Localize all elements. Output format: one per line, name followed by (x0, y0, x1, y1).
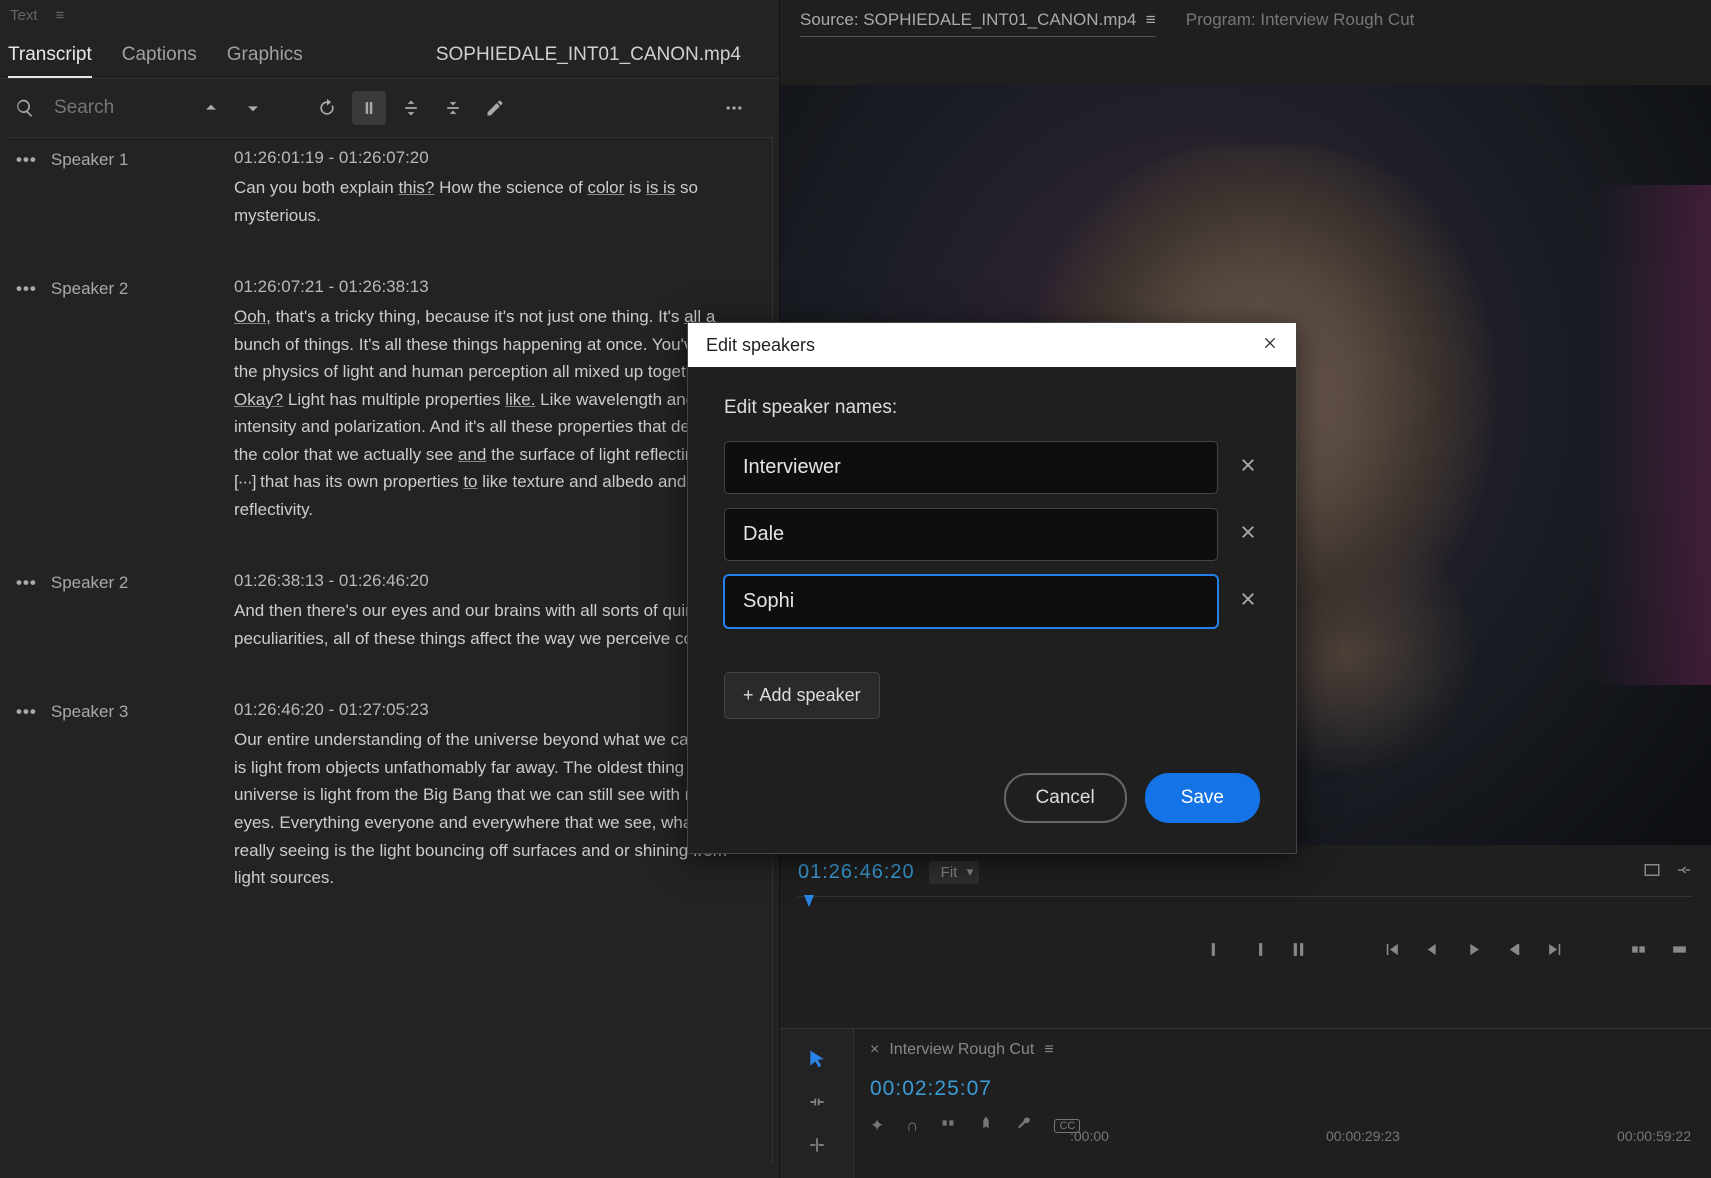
segment-text[interactable]: Our entire understanding of the universe… (234, 726, 756, 891)
step-fwd-icon[interactable] (1505, 940, 1524, 964)
play-icon[interactable] (1464, 940, 1483, 964)
monitor-ruler[interactable] (798, 896, 1693, 926)
text-panel-tab[interactable]: Text (10, 7, 38, 24)
segment-menu-icon[interactable]: ••• (16, 150, 37, 170)
selection-tool-icon[interactable] (807, 1049, 827, 1074)
razor-tool-icon[interactable] (807, 1135, 827, 1160)
segment-menu-icon[interactable]: ••• (16, 573, 37, 593)
add-speaker-button[interactable]: + Add speaker (724, 672, 880, 719)
go-to-in-icon[interactable] (1382, 940, 1401, 964)
edit-speakers-dialog: Edit speakers Edit speaker names: + (687, 322, 1297, 854)
output-settings-icon[interactable] (1675, 861, 1693, 884)
insert-icon[interactable] (1629, 940, 1648, 964)
close-sequence-icon[interactable]: × (870, 1041, 879, 1059)
more-options-icon[interactable] (717, 91, 751, 125)
go-to-out-icon[interactable] (1546, 940, 1565, 964)
save-button[interactable]: Save (1145, 773, 1260, 823)
segment-timecode: 01:26:38:13 - 01:26:46:20 (234, 571, 756, 591)
transcript-toolbar (0, 79, 779, 137)
prev-result-icon[interactable] (194, 91, 228, 125)
timeline-panel: × Interview Rough Cut ≡ 00:02:25:07 ✦ ∩ … (780, 1028, 1711, 1178)
dialog-titlebar: Edit speakers (688, 323, 1296, 367)
merge-down-icon[interactable] (436, 91, 470, 125)
sequence-tab[interactable]: Interview Rough Cut (889, 1041, 1034, 1059)
search-input[interactable] (54, 97, 154, 119)
cancel-button[interactable]: Cancel (1004, 773, 1127, 823)
transcript-body: ••• Speaker 1 01:26:01:19 - 01:26:07:20 … (6, 137, 773, 1165)
transcript-segment[interactable]: ••• Speaker 2 01:26:07:21 - 01:26:38:13 … (16, 277, 756, 523)
sequence-menu-icon[interactable]: ≡ (1044, 1041, 1053, 1059)
speaker-name-input[interactable] (724, 441, 1218, 494)
tab-graphics[interactable]: Graphics (227, 44, 303, 78)
text-panel: Text ≡ Transcript Captions Graphics SOPH… (0, 0, 780, 1178)
segment-text[interactable]: And then there's our eyes and our brains… (234, 597, 756, 652)
segment-timecode: 01:26:01:19 - 01:26:07:20 (234, 148, 756, 168)
transcript-filename: SOPHIEDALE_INT01_CANON.mp4 (436, 44, 771, 78)
ripple-tool-icon[interactable] (807, 1092, 827, 1117)
transport-controls (780, 930, 1711, 982)
remove-speaker-icon[interactable] (1236, 590, 1260, 614)
segment-timecode: 01:26:07:21 - 01:26:38:13 (234, 277, 756, 297)
remove-speaker-icon[interactable] (1236, 456, 1260, 480)
tab-source[interactable]: Source: SOPHIEDALE_INT01_CANON.mp4 ≡ (800, 10, 1156, 37)
timeline-ruler[interactable]: :00:00 00:00:29:23 00:00:59:22 (1070, 1128, 1691, 1158)
playhead-icon[interactable] (804, 895, 814, 907)
merge-up-icon[interactable] (394, 91, 428, 125)
segment-speaker[interactable]: Speaker 2 (51, 573, 129, 593)
snap-icon[interactable]: ✦ (870, 1116, 884, 1136)
next-result-icon[interactable] (236, 91, 270, 125)
linked-selection-icon[interactable] (940, 1115, 956, 1136)
segment-speaker[interactable]: Speaker 1 (51, 150, 129, 170)
mark-in-icon[interactable] (1207, 940, 1226, 964)
speaker-name-input[interactable] (724, 508, 1218, 561)
transcript-segment[interactable]: ••• Speaker 1 01:26:01:19 - 01:26:07:20 … (16, 148, 756, 229)
speaker-name-input[interactable] (724, 575, 1218, 628)
dialog-title: Edit speakers (706, 335, 815, 356)
plus-icon: + (743, 685, 754, 706)
step-back-icon[interactable] (1423, 940, 1442, 964)
mark-out-icon[interactable] (1248, 940, 1267, 964)
speaker-row (724, 508, 1260, 561)
segment-speaker[interactable]: Speaker 3 (51, 702, 129, 722)
dialog-label: Edit speaker names: (724, 397, 1260, 419)
speaker-row (724, 575, 1260, 628)
panel-window-tabs: Text ≡ (0, 0, 779, 30)
edit-pencil-icon[interactable] (478, 91, 512, 125)
segment-text[interactable]: Ooh, that's a tricky thing, because it's… (234, 303, 756, 523)
transcript-tabs: Transcript Captions Graphics SOPHIEDALE_… (0, 30, 779, 79)
zoom-fit-dropdown[interactable]: Fit (929, 861, 980, 884)
tab-program[interactable]: Program: Interview Rough Cut (1186, 10, 1415, 37)
transcript-segment[interactable]: ••• Speaker 3 01:26:46:20 - 01:27:05:23 … (16, 700, 756, 891)
timeline-toolbar (780, 1029, 854, 1178)
speaker-row (724, 441, 1260, 494)
wrench-icon[interactable] (1016, 1115, 1032, 1136)
overwrite-icon[interactable] (1670, 940, 1689, 964)
mark-clip-icon[interactable] (1289, 940, 1308, 964)
remove-speaker-icon[interactable] (1236, 523, 1260, 547)
refresh-icon[interactable] (310, 91, 344, 125)
tab-captions[interactable]: Captions (122, 44, 197, 78)
pause-sync-icon[interactable] (352, 91, 386, 125)
timeline-timecode[interactable]: 00:02:25:07 (870, 1077, 1695, 1101)
source-timecode[interactable]: 01:26:46:20 (798, 861, 915, 884)
safe-margins-icon[interactable] (1643, 861, 1661, 884)
tab-transcript[interactable]: Transcript (8, 44, 92, 78)
segment-speaker[interactable]: Speaker 2 (51, 279, 129, 299)
search-icon[interactable] (8, 91, 42, 125)
segment-menu-icon[interactable]: ••• (16, 279, 37, 299)
segment-menu-icon[interactable]: ••• (16, 702, 37, 722)
monitor-tabs: Source: SOPHIEDALE_INT01_CANON.mp4 ≡ Pro… (780, 0, 1711, 45)
segment-text[interactable]: Can you both explain this? How the scien… (234, 174, 756, 229)
panel-menu-icon[interactable]: ≡ (56, 7, 65, 24)
magnet-icon[interactable]: ∩ (906, 1116, 918, 1136)
marker-tool-icon[interactable] (978, 1115, 994, 1136)
close-icon[interactable] (1262, 335, 1278, 356)
transcript-segment[interactable]: ••• Speaker 2 01:26:38:13 - 01:26:46:20 … (16, 571, 756, 652)
segment-timecode: 01:26:46:20 - 01:27:05:23 (234, 700, 756, 720)
